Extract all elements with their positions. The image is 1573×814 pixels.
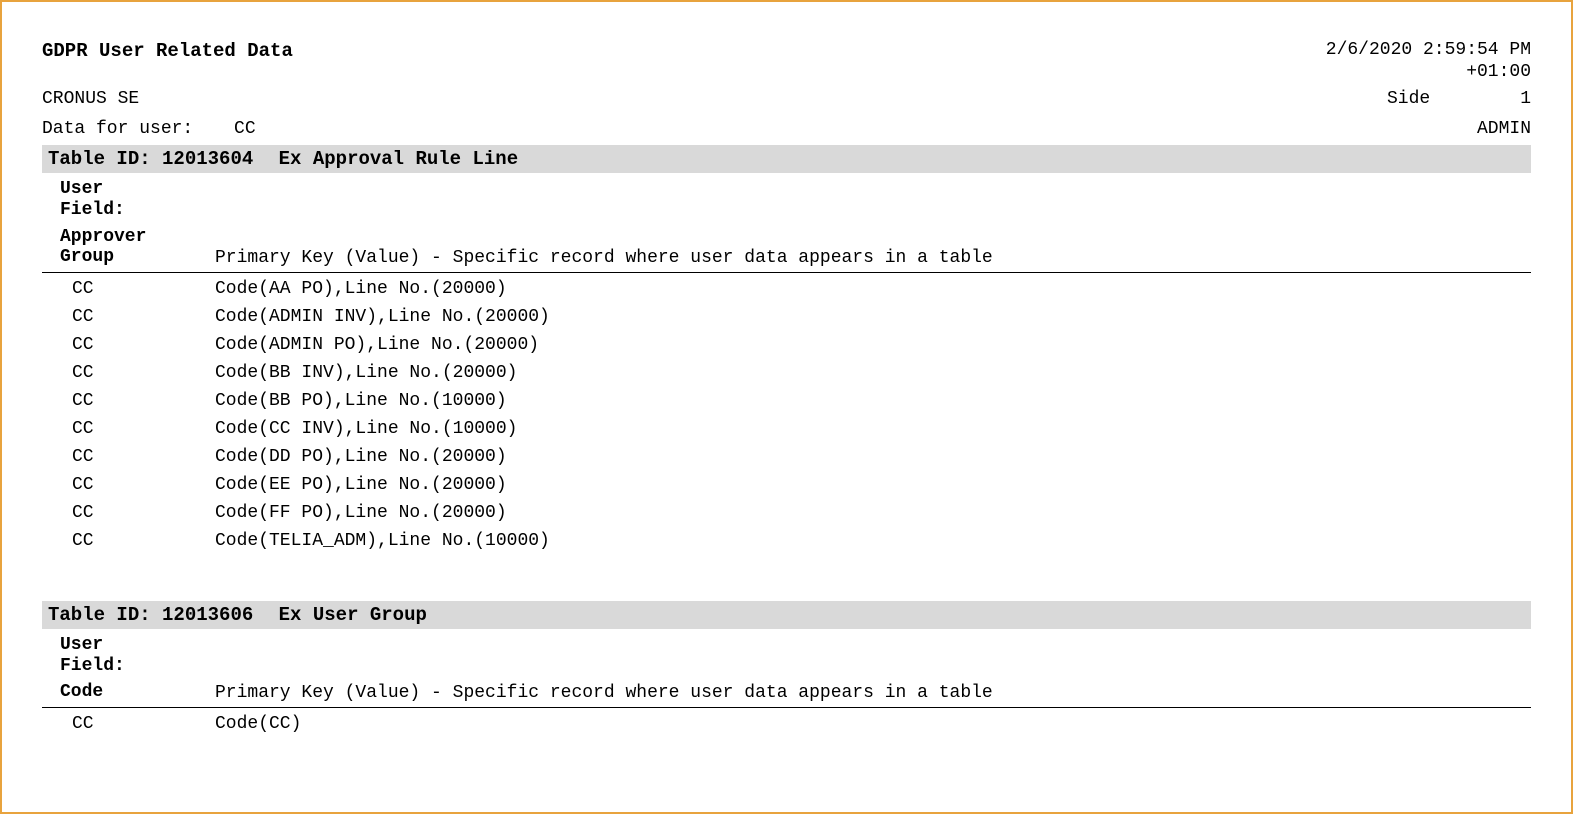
timestamp: 2/6/2020 2:59:54 PM +01:00 <box>1326 40 1531 83</box>
key-field-l1: Approver <box>60 227 215 248</box>
key-field-row: Code Primary Key (Value) - Specific reco… <box>42 680 1531 705</box>
row-key: Code(ADMIN INV),Line No.(20000) <box>215 307 1531 327</box>
table-id-value: 12013606 <box>162 604 253 626</box>
row-user: CC <box>72 363 215 383</box>
user-field-l1: User <box>60 635 215 656</box>
side-label: Side <box>1387 89 1430 109</box>
user-field-block: User Field: <box>42 173 1531 224</box>
report-header: GDPR User Related Data 2/6/2020 2:59:54 … <box>42 40 1531 83</box>
row-key: Code(ADMIN PO),Line No.(20000) <box>215 335 1531 355</box>
table-id-value: 12013604 <box>162 148 253 170</box>
row-user: CC <box>72 335 215 355</box>
table-row: CC Code(ADMIN INV),Line No.(20000) <box>42 303 1531 331</box>
table-row: CC Code(FF PO),Line No.(20000) <box>42 499 1531 527</box>
section-header: Table ID: 12013606 Ex User Group <box>42 601 1531 629</box>
timestamp-line1: 2/6/2020 2:59:54 PM <box>1326 40 1531 62</box>
row-user: CC <box>72 447 215 467</box>
key-field-row: Approver Group Primary Key (Value) - Spe… <box>42 225 1531 270</box>
data-table: CC Code(AA PO),Line No.(20000) CC Code(A… <box>42 275 1531 555</box>
row-key: Code(EE PO),Line No.(20000) <box>215 475 1531 495</box>
divider <box>42 707 1531 708</box>
row-user: CC <box>72 279 215 299</box>
row-user: CC <box>72 391 215 411</box>
row-key: Code(BB INV),Line No.(20000) <box>215 363 1531 383</box>
key-desc: Primary Key (Value) - Specific record wh… <box>215 248 1531 268</box>
key-desc: Primary Key (Value) - Specific record wh… <box>215 683 1531 703</box>
table-row: CC Code(CC INV),Line No.(10000) <box>42 415 1531 443</box>
side-value: 1 <box>1520 89 1531 109</box>
row-key: Code(FF PO),Line No.(20000) <box>215 503 1531 523</box>
table-row: CC Code(CC) <box>42 710 1531 738</box>
company-row: CRONUS SE Side 1 <box>42 89 1531 109</box>
row-user: CC <box>72 503 215 523</box>
section-header: Table ID: 12013604 Ex Approval Rule Line <box>42 145 1531 173</box>
row-key: Code(CC INV),Line No.(10000) <box>215 419 1531 439</box>
table-row: CC Code(ADMIN PO),Line No.(20000) <box>42 331 1531 359</box>
table-name: Ex Approval Rule Line <box>279 148 518 170</box>
row-key: Code(DD PO),Line No.(20000) <box>215 447 1531 467</box>
row-user: CC <box>72 419 215 439</box>
table-name: Ex User Group <box>279 604 427 626</box>
table-row: CC Code(DD PO),Line No.(20000) <box>42 443 1531 471</box>
user-row: Data for user: CC ADMIN <box>42 119 1531 139</box>
company-name: CRONUS SE <box>42 89 139 109</box>
data-for-user-value: CC <box>234 119 256 139</box>
row-user: CC <box>72 475 215 495</box>
key-field-l1: Code <box>60 682 215 703</box>
user-field-l2: Field: <box>60 656 215 677</box>
row-user: CC <box>72 307 215 327</box>
row-key: Code(CC) <box>215 714 1531 734</box>
data-for-user-label: Data for user: <box>42 119 193 139</box>
row-key: Code(TELIA_ADM),Line No.(10000) <box>215 531 1531 551</box>
key-field-l2: Group <box>60 247 215 268</box>
user-field-l2: Field: <box>60 200 215 221</box>
row-user: CC <box>72 714 215 734</box>
table-id-label: Table ID: <box>48 148 151 170</box>
table-row: CC Code(BB INV),Line No.(20000) <box>42 359 1531 387</box>
row-user: CC <box>72 531 215 551</box>
page-side: Side 1 <box>1387 89 1531 109</box>
data-for-user: Data for user: CC <box>42 119 256 139</box>
data-table: CC Code(CC) <box>42 710 1531 738</box>
user-field-l1: User <box>60 179 215 200</box>
row-key: Code(BB PO),Line No.(10000) <box>215 391 1531 411</box>
table-row: CC Code(AA PO),Line No.(20000) <box>42 275 1531 303</box>
timestamp-line2: +01:00 <box>1326 62 1531 84</box>
row-key: Code(AA PO),Line No.(20000) <box>215 279 1531 299</box>
report-title: GDPR User Related Data <box>42 40 293 62</box>
table-row: CC Code(TELIA_ADM),Line No.(10000) <box>42 527 1531 555</box>
table-row: CC Code(BB PO),Line No.(10000) <box>42 387 1531 415</box>
user-field-block: User Field: <box>42 629 1531 680</box>
table-id-label: Table ID: <box>48 604 151 626</box>
divider <box>42 272 1531 273</box>
table-row: CC Code(EE PO),Line No.(20000) <box>42 471 1531 499</box>
admin-label: ADMIN <box>1477 119 1531 139</box>
